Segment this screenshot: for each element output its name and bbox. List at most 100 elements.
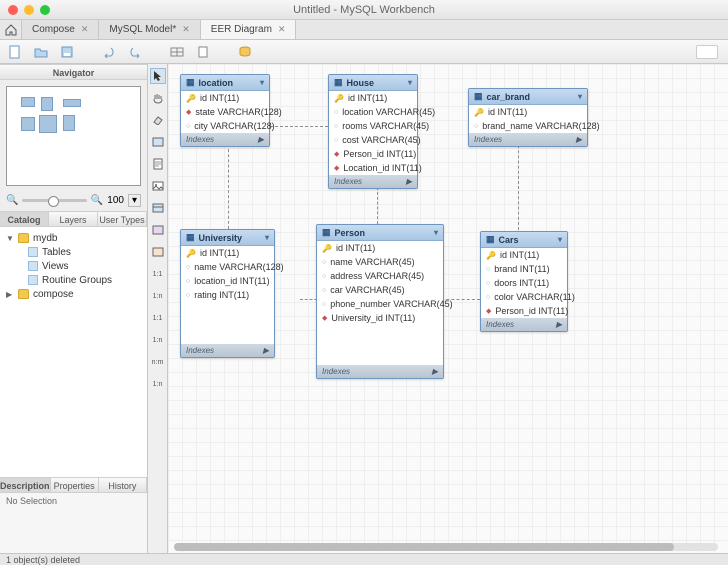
expand-icon[interactable]: ▼ [6,234,14,243]
indexes-bar[interactable]: Indexes▶ [329,175,417,188]
entity-car-brand[interactable]: car_brand 🔑id INT(11) ○brand_name VARCHA… [468,88,588,147]
horizontal-scrollbar[interactable] [174,543,718,551]
zoom-slider[interactable] [22,199,86,202]
tab-eer-diagram[interactable]: EER Diagram✕ [201,20,297,39]
zoom-in-icon[interactable]: 🔍 [91,195,103,206]
table-icon [152,203,164,213]
table-tool[interactable] [150,200,166,216]
rel-1-1-tool[interactable]: 1:1 [150,266,166,282]
layer-tool[interactable] [150,134,166,150]
diamond-icon: ◆ [334,150,339,158]
home-button[interactable] [0,20,22,39]
column-label: id INT(11) [348,93,387,103]
circle-icon: ○ [334,109,338,116]
home-icon [5,24,17,36]
zoom-dropdown-icon[interactable]: ▾ [128,194,141,207]
image-tool[interactable] [150,178,166,194]
rel-1-n-nonid-tool[interactable]: 1:n [150,376,166,392]
column-label: cost VARCHAR(45) [342,135,420,145]
circle-icon: ○ [334,137,338,144]
document-tabbar: Compose ✕ MySQL Model* ✕ EER Diagram✕ [0,20,728,40]
indexes-bar[interactable]: Indexes▶ [181,133,269,146]
entity-cars[interactable]: Cars 🔑id INT(11) ○brand INT(11) ○doors I… [480,231,568,332]
view-icon [152,225,164,235]
column-label: id INT(11) [500,250,539,260]
tab-compose[interactable]: Compose ✕ [22,20,99,39]
indexes-bar[interactable]: Indexes▶ [481,318,567,331]
entity-header: University [181,230,274,246]
zoom-out-icon[interactable]: 🔍 [6,195,18,206]
tab-user-types[interactable]: User Types [98,212,147,226]
undo-button[interactable] [100,43,118,61]
eer-canvas[interactable]: location 🔑id INT(11) ◆state VARCHAR(128)… [168,64,728,553]
tab-history[interactable]: History [99,478,147,492]
entity-location[interactable]: location 🔑id INT(11) ◆state VARCHAR(128)… [180,74,270,147]
minimap-object [39,115,57,133]
tab-layers[interactable]: Layers [49,212,98,226]
view-tool[interactable] [150,222,166,238]
status-bar: 1 object(s) deleted [0,553,728,565]
circle-icon: ○ [186,278,190,285]
tab-label: Compose [32,24,75,35]
entity-title: Person [335,228,366,238]
tab-catalog[interactable]: Catalog [0,212,49,226]
entity-header: Person [317,225,443,241]
circle-icon: ○ [186,292,190,299]
circle-icon: ○ [322,273,326,280]
entity-person[interactable]: Person 🔑id INT(11) ○name VARCHAR(45) ○ad… [316,224,444,379]
navigator-minimap[interactable] [6,86,141,186]
rel-1-n-id-tool[interactable]: 1:n [150,332,166,348]
hand-tool[interactable] [150,90,166,106]
column-label: color VARCHAR(11) [494,292,575,302]
tables-icon [28,247,38,257]
entity-university[interactable]: University 🔑id INT(11) ○name VARCHAR(128… [180,229,275,358]
tab-description[interactable]: Description [0,478,51,492]
indexes-bar[interactable]: Indexes▶ [317,365,443,378]
canvas-wrap: location 🔑id INT(11) ◆state VARCHAR(128)… [168,64,728,553]
tab-mysql-model[interactable]: MySQL Model* ✕ [99,20,200,39]
close-icon[interactable]: ✕ [182,24,190,35]
rel-n-m-tool[interactable]: n:m [150,354,166,370]
column-label: location_id INT(11) [194,276,269,286]
tree-routine-groups[interactable]: Routine Groups [4,273,143,287]
tree-tables[interactable]: Tables [4,245,143,259]
sync-button[interactable] [236,43,254,61]
tree-db-mydb[interactable]: ▼mydb [4,231,143,245]
rel-1-n-tool[interactable]: 1:n [150,288,166,304]
cursor-icon [153,70,163,82]
search-input[interactable] [696,45,718,59]
diamond-icon: ◆ [334,164,339,172]
pointer-tool[interactable] [150,68,166,84]
indexes-bar[interactable]: Indexes▶ [181,344,274,357]
close-icon[interactable]: ✕ [81,24,89,35]
circle-icon: ○ [322,287,326,294]
close-icon[interactable]: ✕ [278,24,286,35]
rel-label: 1:n [153,337,163,344]
tree-label: Tables [42,247,71,258]
column-label: id INT(11) [200,93,239,103]
tab-label: MySQL Model* [109,24,176,35]
tree-views[interactable]: Views [4,259,143,273]
save-button[interactable] [58,43,76,61]
column-label: name VARCHAR(45) [330,257,414,267]
eraser-tool[interactable] [150,112,166,128]
tree-db-compose[interactable]: ▶compose [4,287,143,301]
redo-button[interactable] [126,43,144,61]
column-label: Location_id INT(11) [343,163,421,173]
expand-icon[interactable]: ▶ [6,290,14,299]
rel-label: n:m [152,359,164,366]
rel-label: 1:1 [153,271,163,278]
indexes-bar[interactable]: Indexes▶ [469,133,587,146]
note-tool[interactable] [150,156,166,172]
rel-1-1-id-tool[interactable]: 1:1 [150,310,166,326]
routine-tool[interactable] [150,244,166,260]
key-icon: 🔑 [486,251,496,260]
open-folder-button[interactable] [32,43,50,61]
entity-house[interactable]: House 🔑id INT(11) ○location VARCHAR(45) … [328,74,418,189]
new-file-button[interactable] [6,43,24,61]
zoom-value: 100 [107,195,124,206]
validate-button[interactable] [168,43,186,61]
column-label: name VARCHAR(128) [194,262,283,272]
export-button[interactable] [194,43,212,61]
tab-properties[interactable]: Properties [51,478,99,492]
